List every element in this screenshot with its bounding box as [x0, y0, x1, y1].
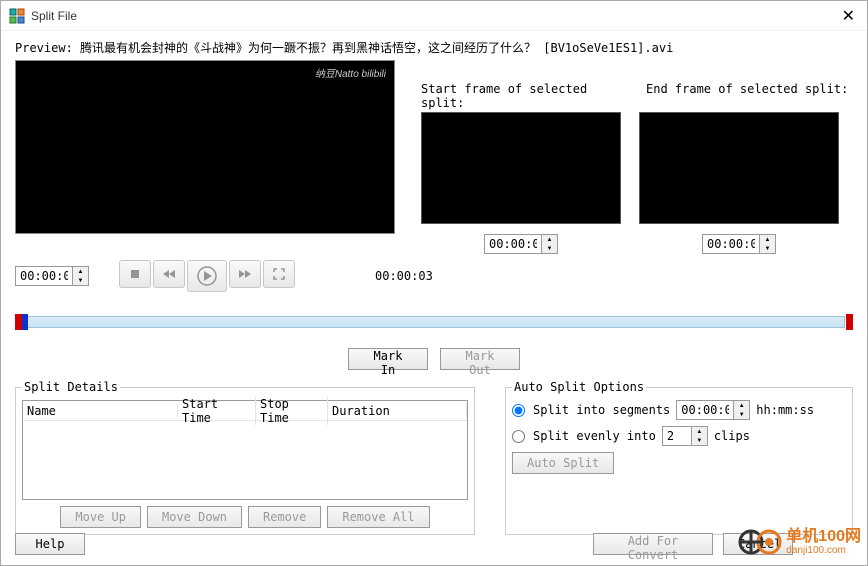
split-details-group: Split Details Name Start Time Stop Time …: [15, 380, 475, 535]
spinner-down-icon[interactable]: ▼: [692, 436, 707, 445]
add-for-convert-button: Add For Convert: [593, 533, 713, 555]
start-frame-preview: [421, 112, 621, 224]
video-watermark: 纳豆Natto bilibili: [315, 65, 386, 80]
remove-button: Remove: [248, 506, 321, 528]
next-button[interactable]: [229, 260, 261, 288]
preview-video: 纳豆Natto bilibili: [15, 60, 395, 234]
spinner-down-icon[interactable]: ▼: [542, 244, 557, 253]
col-duration[interactable]: Duration: [328, 404, 467, 418]
end-frame-label: End frame of selected split:: [646, 82, 851, 110]
stop-button[interactable]: [119, 260, 151, 288]
segments-unit: hh:mm:ss: [756, 403, 814, 417]
spinner-up-icon[interactable]: ▲: [760, 235, 775, 244]
spinner-down-icon[interactable]: ▼: [760, 244, 775, 253]
auto-split-legend: Auto Split Options: [512, 380, 646, 394]
col-name[interactable]: Name: [23, 404, 178, 418]
timeline-start-marker[interactable]: [21, 314, 28, 330]
help-button[interactable]: Help: [15, 533, 85, 555]
spinner-down-icon[interactable]: ▼: [73, 276, 88, 285]
prev-button[interactable]: [153, 260, 185, 288]
split-details-legend: Split Details: [22, 380, 120, 394]
mark-in-button[interactable]: Mark In: [348, 348, 428, 370]
evenly-unit: clips: [714, 429, 750, 443]
close-icon[interactable]: ✕: [838, 6, 859, 26]
end-frame-time-input[interactable]: ▲▼: [702, 234, 776, 254]
fullscreen-button[interactable]: [263, 260, 295, 288]
auto-split-button: Auto Split: [512, 452, 614, 474]
move-up-button: Move Up: [60, 506, 141, 528]
mark-out-button: Mark Out: [440, 348, 520, 370]
start-frame-time-input[interactable]: ▲▼: [484, 234, 558, 254]
split-evenly-label: Split evenly into: [533, 429, 656, 443]
stop-icon: [129, 268, 141, 280]
split-segments-radio[interactable]: [512, 404, 525, 417]
timeline-end-marker[interactable]: [846, 314, 853, 330]
play-button[interactable]: [187, 260, 227, 292]
play-icon: [197, 266, 217, 286]
prev-icon: [162, 268, 176, 280]
cancel-button[interactable]: Cancel: [723, 533, 793, 555]
split-details-table[interactable]: Name Start Time Stop Time Duration: [22, 400, 468, 500]
spinner-up-icon[interactable]: ▲: [542, 235, 557, 244]
spinner-up-icon[interactable]: ▲: [73, 267, 88, 276]
remove-all-button: Remove All: [327, 506, 429, 528]
expand-icon: [273, 268, 285, 280]
spinner-up-icon[interactable]: ▲: [692, 427, 707, 436]
move-down-button: Move Down: [147, 506, 242, 528]
start-frame-label: Start frame of selected split:: [421, 82, 626, 110]
auto-split-group: Auto Split Options Split into segments ▲…: [505, 380, 853, 535]
app-icon: [9, 8, 25, 24]
window-title: Split File: [31, 9, 838, 23]
split-evenly-radio[interactable]: [512, 430, 525, 443]
next-icon: [238, 268, 252, 280]
spinner-down-icon[interactable]: ▼: [734, 410, 749, 419]
player-position-input[interactable]: ▲▼: [15, 266, 89, 286]
segments-value-input[interactable]: ▲▼: [676, 400, 750, 420]
preview-label: Preview: 腾讯最有机会封神的《斗战神》为何一蹶不振？再到黑神话悟空，这之…: [15, 39, 853, 56]
end-frame-preview: [639, 112, 839, 224]
split-segments-label: Split into segments: [533, 403, 670, 417]
col-stop[interactable]: Stop Time: [256, 397, 328, 425]
spinner-up-icon[interactable]: ▲: [734, 401, 749, 410]
evenly-value-input[interactable]: ▲▼: [662, 426, 708, 446]
timeline-playhead[interactable]: [15, 314, 22, 330]
timeline[interactable]: [15, 312, 853, 332]
col-start[interactable]: Start Time: [178, 397, 256, 425]
duration-label: 00:00:03: [375, 269, 433, 283]
